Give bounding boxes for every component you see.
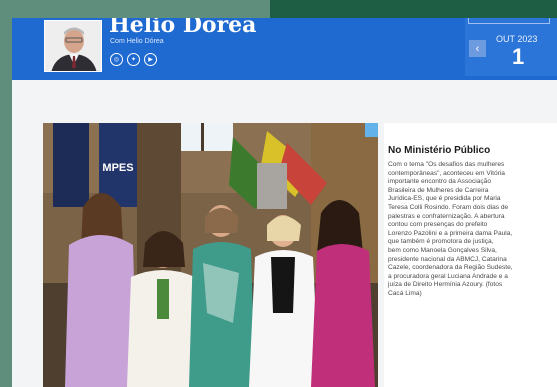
article-line: juíza de Direito Hermínia Azoury. (fotos	[388, 281, 503, 289]
article-line: presidente nacional da ABMCJ, Catarina	[388, 255, 507, 263]
article-line: contemporâneas", aconteceu em Vitória	[388, 169, 505, 177]
article-line: Com o tema "Os desafios das mulheres	[388, 161, 505, 168]
main-content: MPES No Ministério Público Com o tema "O…	[12, 80, 557, 387]
twitter-icon[interactable]: ✦	[127, 53, 140, 66]
article-line: Cacá Lima)	[388, 289, 422, 297]
author-subtitle: Com Helio Dórea	[110, 38, 164, 45]
article-line: Cazele, coordenadora da Região Sudeste,	[388, 264, 513, 272]
article-body: Com o tema "Os desafios das mulheres con…	[388, 161, 557, 299]
edition-month: OUT 2023	[496, 34, 538, 44]
article-line: Lorenzo Pazolini e a primeira dama Paula…	[388, 229, 513, 237]
instagram-icon[interactable]: ◎	[110, 53, 123, 66]
page: Helio Dorea Com Helio Dórea ◎ ✦ ▶ ‹ OUT …	[12, 18, 557, 387]
date-selector-strip[interactable]	[468, 18, 550, 24]
article-line: Teresa Colli Rosindo. Foram dois dias de	[388, 203, 509, 211]
article-line: a procuradora geral Luciana Andrade e a	[388, 272, 508, 280]
article-line: bem como Manoela Gonçalves Silva,	[388, 246, 497, 254]
article-photo[interactable]: MPES	[43, 123, 378, 387]
author-avatar	[44, 20, 102, 72]
mpes-sign: MPES	[102, 162, 133, 174]
author-name[interactable]: Helio Dorea	[109, 18, 256, 38]
article-line: contou com presenças do prefeito	[388, 221, 488, 229]
edition-day: 1	[512, 44, 525, 69]
article-title[interactable]: No Ministério Público	[388, 145, 490, 156]
article-line: importante encontro da Associação	[388, 178, 491, 186]
article-line: que também é promotora de justiça,	[388, 238, 494, 246]
youtube-icon[interactable]: ▶	[144, 53, 157, 66]
article-caption: No Ministério Público Com o tema "Os des…	[384, 123, 557, 387]
article-line: Jurídica-ES, que é presidida por Maria	[388, 195, 501, 203]
column-header: Helio Dorea Com Helio Dórea ◎ ✦ ▶ ‹ OUT …	[12, 18, 557, 80]
article-line: Brasileira de Mulheres de Carreira	[388, 186, 489, 194]
article-line: palestras e confraternização. A abertura	[388, 212, 505, 220]
previous-edition-button[interactable]: ‹	[469, 40, 486, 57]
social-links: ◎ ✦ ▶	[110, 53, 157, 66]
